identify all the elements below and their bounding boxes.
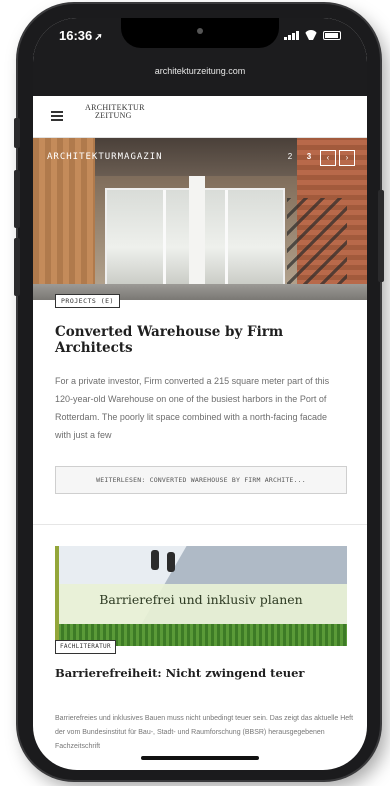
- site-logo[interactable]: ARCHITEKTUR ZEITUNG: [85, 104, 145, 120]
- hero-image[interactable]: ARCHITEKTURMAGAZIN 2 3 ‹ ›: [33, 138, 367, 300]
- banner-text: Barrierefrei und inklusiv planen: [99, 592, 303, 607]
- hero-staircase: [287, 198, 347, 288]
- volume-down-button: [14, 238, 20, 296]
- wifi-icon: [304, 30, 318, 40]
- notch: [121, 18, 279, 48]
- home-indicator[interactable]: [141, 756, 259, 760]
- article-banner-image[interactable]: Barrierefrei und inklusiv planen: [55, 546, 347, 646]
- time-text: 16:36: [59, 28, 93, 43]
- category-tag[interactable]: FACHLITERATUR: [55, 640, 116, 654]
- site-header: ARCHITEKTUR ZEITUNG: [33, 96, 367, 138]
- url-bar[interactable]: architekturzeitung.com: [33, 58, 367, 84]
- hamburger-icon[interactable]: [51, 111, 63, 121]
- hero-wood-wall: [33, 138, 95, 300]
- location-arrow-icon: ➚: [94, 32, 103, 43]
- logo-line-2: ZEITUNG: [95, 111, 132, 120]
- article-excerpt: Barrierefreies und inklusives Bauen muss…: [55, 715, 354, 750]
- hero-section-label: ARCHITEKTURMAGAZIN: [47, 152, 163, 162]
- volume-up-button: [14, 170, 20, 228]
- mute-switch: [14, 118, 20, 148]
- read-more-button[interactable]: WEITERLESEN: CONVERTED WAREHOUSE BY FIRM…: [55, 466, 347, 494]
- slider-pager: 2 3 ‹ ›: [282, 150, 355, 166]
- status-bar: 16:36 ➚ architekturzeitung.com: [33, 18, 367, 96]
- next-arrow-icon[interactable]: ›: [339, 150, 355, 166]
- prev-arrow-icon[interactable]: ‹: [320, 150, 336, 166]
- banner-accent-bar: [55, 546, 59, 646]
- pager-page-3[interactable]: 3: [301, 150, 317, 166]
- banner-feet: [147, 550, 181, 572]
- status-time: 16:36 ➚: [59, 28, 103, 43]
- battery-icon: [323, 30, 341, 40]
- divider: [33, 524, 367, 525]
- power-button: [378, 190, 384, 282]
- status-icons: [284, 30, 341, 40]
- article-title[interactable]: Converted Warehouse by Firm Architects: [55, 324, 355, 356]
- article-excerpt: For a private investor, Firm converted a…: [55, 376, 330, 440]
- hero-column: [189, 176, 205, 300]
- pager-page-2[interactable]: 2: [282, 150, 298, 166]
- article-title[interactable]: Barrierefreiheit: Nicht zwingend teuer: [55, 666, 355, 680]
- category-tag[interactable]: PROJECTS (E): [55, 294, 120, 308]
- signal-icon: [284, 30, 299, 40]
- phone-screen: 16:36 ➚ architekturzeitung.com ARCHITEKTU…: [33, 18, 367, 770]
